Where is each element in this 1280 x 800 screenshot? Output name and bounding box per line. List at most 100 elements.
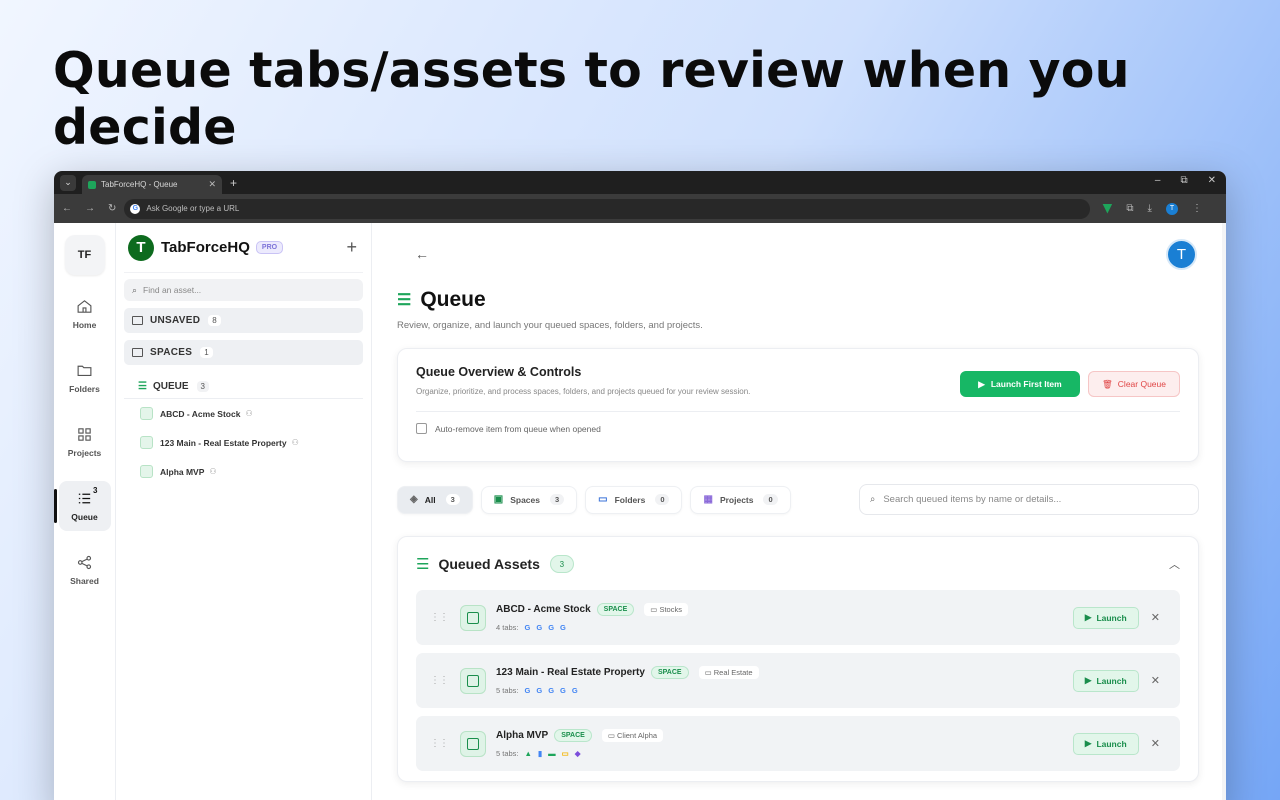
minimize-icon[interactable]: – <box>1155 175 1161 186</box>
filter-spaces[interactable]: ▣ Spaces 3 <box>480 485 578 514</box>
tab-title: TabForceHQ - Queue <box>101 180 178 189</box>
headline: Queue tabs/assets to review when you dec… <box>53 42 1130 156</box>
rail-item-folders[interactable]: Folders <box>59 353 111 403</box>
launch-button[interactable]: ▶ Launch <box>1072 606 1139 629</box>
drag-handle-icon[interactable]: ⋮⋮ <box>430 612 449 623</box>
launch-button[interactable]: ▶ Launch <box>1072 669 1139 692</box>
queued-assets-card: ☰ Queued Assets 3 ︿ ⋮⋮ ABCD - Acme Stock… <box>397 536 1199 782</box>
sidebar-queue-item[interactable]: ABCD - Acme Stock ⚇ <box>124 399 363 428</box>
group-spaces[interactable]: SPACES 1 <box>124 340 363 365</box>
space-icon <box>460 667 486 694</box>
sidebar-queue-item[interactable]: Alpha MVP ⚇ <box>124 457 363 486</box>
forward-nav-icon[interactable]: → <box>85 203 95 214</box>
group-label: QUEUE <box>152 381 189 392</box>
scrollbar[interactable] <box>1222 223 1226 800</box>
filter-folders[interactable]: ▭ Folders 0 <box>585 485 683 514</box>
download-icon[interactable]: ⤓ <box>1148 203 1152 214</box>
new-tab-button[interactable]: + <box>230 176 237 190</box>
tab-strip: ⌄ TabForceHQ - Queue ✕ + – ⧉ ✕ <box>54 171 1226 194</box>
collapse-chevron-icon[interactable]: ︿ <box>1169 556 1180 572</box>
queue-list-icon: ☰ <box>397 292 412 309</box>
extensions-icon[interactable]: ⧉ <box>1126 203 1133 214</box>
remove-icon[interactable]: ✕ <box>1151 737 1160 750</box>
group-count: 8 <box>208 315 222 326</box>
queue-row[interactable]: ⋮⋮ 123 Main - Real Estate Property SPACE… <box>416 653 1180 708</box>
tabforce-extension-icon[interactable] <box>1102 203 1113 214</box>
asset-sidebar: T TabForceHQ PRO + ⌕ Find an asset... UN… <box>116 223 372 800</box>
drag-handle-icon[interactable]: ⋮⋮ <box>430 675 449 686</box>
play-icon: ▶ <box>1084 738 1092 748</box>
rail-item-queue[interactable]: 3 Queue <box>54 481 111 531</box>
people-icon: ⚇ <box>209 467 217 476</box>
reload-icon[interactable]: ↻ <box>108 203 116 214</box>
close-window-icon[interactable]: ✕ <box>1208 175 1216 186</box>
rail-label: Queue <box>71 512 98 522</box>
address-bar: ← → ↻ G Ask Google or type a URL ⧉ ⤓ T ⋮ <box>54 194 1226 223</box>
filter-all[interactable]: ◈ All 3 <box>397 485 473 514</box>
queue-controls-card: Queue Overview & Controls Organize, prio… <box>397 348 1199 462</box>
search-icon: ⌕ <box>132 284 138 295</box>
remove-icon[interactable]: ✕ <box>1151 674 1160 687</box>
asset-search-placeholder: Find an asset... <box>143 285 202 295</box>
rail-item-home[interactable]: Home <box>59 289 111 339</box>
back-arrow-icon[interactable]: ← <box>415 246 429 262</box>
clear-queue-button[interactable]: 🗑 Clear Queue <box>1088 371 1180 397</box>
people-icon: ⚇ <box>291 438 299 447</box>
profile-avatar[interactable]: T <box>1165 202 1178 215</box>
user-avatar[interactable]: T <box>1166 238 1197 270</box>
google-favicon-icon: G <box>548 623 555 632</box>
queue-row[interactable]: ⋮⋮ Alpha MVP SPACE ▭ Client Alpha 5 tabs… <box>416 716 1180 771</box>
auto-remove-checkbox[interactable] <box>416 423 427 434</box>
queue-row[interactable]: ⋮⋮ ABCD - Acme Stock SPACE ▭ Stocks 4 ta… <box>416 590 1180 645</box>
sidebar-queue-item[interactable]: 123 Main - Real Estate Property ⚇ <box>124 428 363 457</box>
space-icon: ▣ <box>493 494 504 505</box>
main-content: ← T ☰ Queue Review, organize, and launch… <box>372 223 1226 800</box>
rail-item-projects[interactable]: Projects <box>59 417 111 467</box>
queue-search-input[interactable]: ⌕ Search queued items by name or details… <box>859 484 1199 515</box>
layers-icon: ◈ <box>410 494 418 505</box>
browser-tab[interactable]: TabForceHQ - Queue ✕ <box>82 175 222 194</box>
launch-button[interactable]: ▶ Launch <box>1072 732 1139 755</box>
group-queue[interactable]: ☰ QUEUE 3 <box>124 375 363 399</box>
rail-label: Home <box>72 320 97 330</box>
back-nav-icon[interactable]: ← <box>62 203 72 214</box>
omnibox[interactable]: G Ask Google or type a URL <box>124 198 1091 219</box>
group-count: 3 <box>196 381 209 392</box>
tab-search-button[interactable]: ⌄ <box>60 174 76 191</box>
restore-icon[interactable]: ⧉ <box>1180 175 1187 186</box>
filter-projects[interactable]: ▦ Projects 0 <box>690 485 791 514</box>
type-badge: SPACE <box>554 729 592 742</box>
folder-icon: ▭ <box>704 668 714 677</box>
app-logo[interactable]: TF <box>64 235 105 275</box>
page-title: Queue <box>420 288 486 311</box>
launch-first-item-button[interactable]: ▶ Launch First Item <box>960 371 1080 397</box>
folder-tag: ▭ Real Estate <box>698 666 759 679</box>
space-icon <box>460 604 486 631</box>
queue-search-placeholder: Search queued items by name or details..… <box>883 494 1062 505</box>
tab-close-icon[interactable]: ✕ <box>208 179 216 190</box>
google-favicon-icon: G <box>571 686 578 695</box>
folder-tag-label: Stocks <box>659 605 682 614</box>
menu-icon[interactable]: ⋮ <box>1192 203 1202 214</box>
folder-tag: ▭ Stocks <box>644 603 688 616</box>
asset-search-input[interactable]: ⌕ Find an asset... <box>124 279 363 301</box>
tabforce-favicon-icon <box>88 180 96 189</box>
group-unsaved[interactable]: UNSAVED 8 <box>124 308 363 333</box>
browser-window: ⌄ TabForceHQ - Queue ✕ + – ⧉ ✕ ← → ↻ G A… <box>54 171 1226 800</box>
icon-rail: TF Home Folders Projects 3 Queue Shared <box>54 223 116 800</box>
pro-badge: PRO <box>255 241 284 254</box>
filter-label: Spaces <box>510 494 540 505</box>
google-favicon-icon: G <box>524 686 531 695</box>
drag-handle-icon[interactable]: ⋮⋮ <box>430 738 449 749</box>
grid-icon <box>78 428 91 441</box>
google-favicon-icon: G <box>536 686 543 695</box>
google-favicon-icon: G <box>548 686 555 695</box>
add-asset-button[interactable]: + <box>346 237 357 258</box>
launch-label: Launch <box>1096 738 1127 749</box>
rail-item-shared[interactable]: Shared <box>59 545 111 595</box>
filter-count: 3 <box>445 494 460 505</box>
google-favicon-icon: G <box>524 623 531 632</box>
remove-icon[interactable]: ✕ <box>1151 611 1160 624</box>
rail-label: Shared <box>70 576 99 586</box>
folder-tag-label: Real Estate <box>713 668 753 677</box>
